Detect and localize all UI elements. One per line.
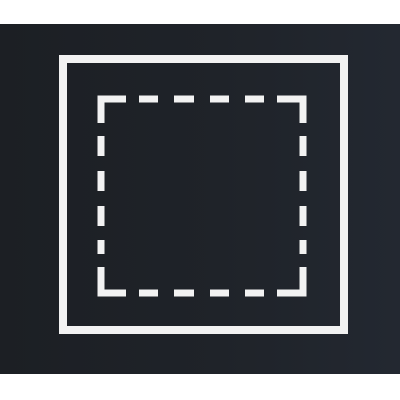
marquee-corner-bottom-left <box>97 267 126 297</box>
selection-frame-icon <box>59 55 348 334</box>
marquee-corner-top-right <box>277 95 307 123</box>
icon-canvas <box>0 0 400 400</box>
marquee-corner-top-left <box>97 95 126 123</box>
marquee-corner-bottom-right <box>277 267 307 297</box>
selection-frame-button[interactable] <box>0 24 400 374</box>
dashed-selection-marquee <box>97 95 307 297</box>
